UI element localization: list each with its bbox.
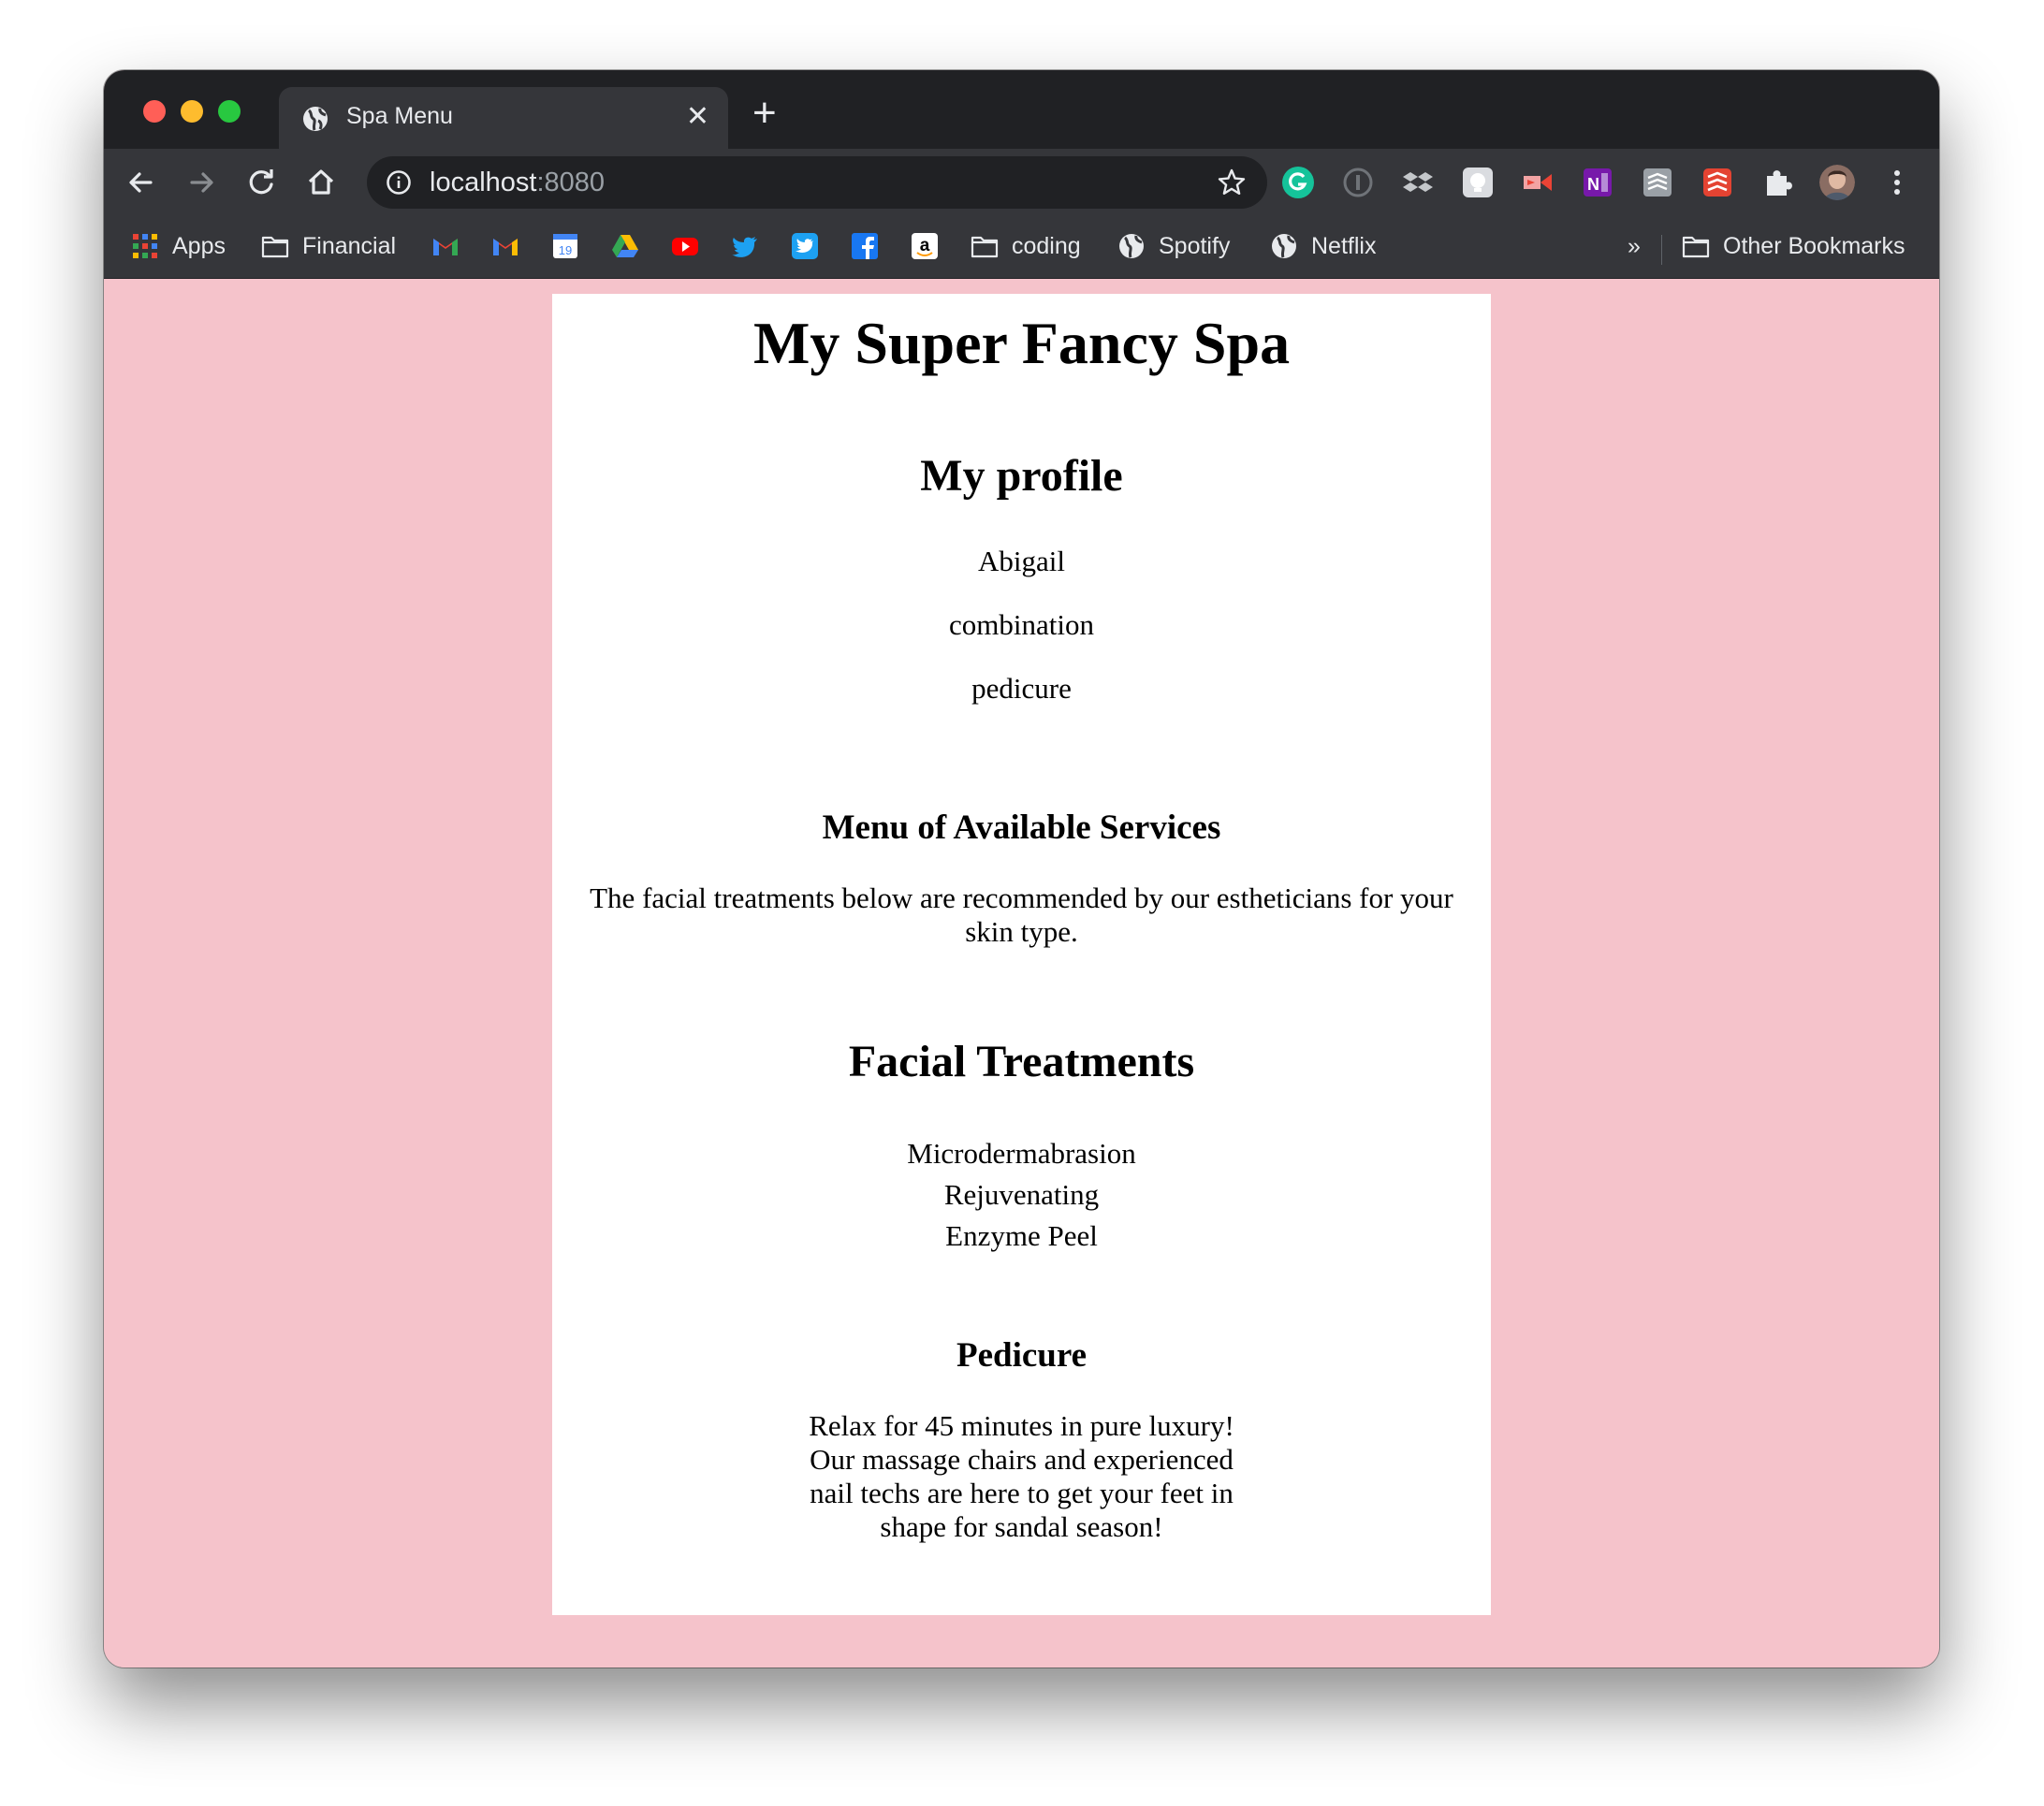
amazon-icon[interactable]: a bbox=[910, 231, 940, 261]
close-tab-icon[interactable]: ✕ bbox=[686, 100, 709, 134]
svg-text:a: a bbox=[920, 236, 930, 255]
home-icon[interactable] bbox=[300, 162, 342, 203]
onenote-icon[interactable]: N bbox=[1580, 165, 1615, 200]
password-manager-icon[interactable] bbox=[1340, 165, 1376, 200]
bookmark-netflix[interactable]: Netflix bbox=[1270, 229, 1376, 263]
bookmarks-divider bbox=[1661, 235, 1662, 265]
dropbox-icon[interactable] bbox=[1400, 165, 1436, 200]
todoist-icon[interactable] bbox=[1700, 165, 1735, 200]
bookmark-folder-other[interactable]: Other Bookmarks bbox=[1682, 229, 1905, 263]
toolbar: localhost:8080 N bbox=[104, 149, 1939, 216]
bookmarks-bar: Apps Financial 19 a coding Spotify Netfl… bbox=[104, 216, 1939, 279]
zoom-window-button[interactable] bbox=[218, 100, 241, 123]
calendar-day-label: 19 bbox=[559, 243, 572, 257]
google-calendar-icon[interactable]: 19 bbox=[550, 231, 580, 261]
folder-icon bbox=[971, 236, 999, 258]
profile-heading: My profile bbox=[920, 451, 1123, 501]
browser-window: Spa Menu ✕ + localhost:8080 N Apps Finan… bbox=[104, 70, 1939, 1668]
profile-service: pedicure bbox=[971, 672, 1072, 705]
twitter-app-icon[interactable] bbox=[790, 231, 820, 261]
info-icon[interactable] bbox=[386, 169, 412, 196]
facial-treatment-item: Enzyme Peel bbox=[945, 1219, 1098, 1252]
pedicure-description: Relax for 45 minutes in pure luxury! Our… bbox=[809, 1409, 1234, 1543]
screen-recorder-icon[interactable] bbox=[1520, 165, 1555, 200]
new-tab-button[interactable]: + bbox=[752, 93, 777, 134]
facial-treatment-item: Rejuvenating bbox=[943, 1178, 1100, 1211]
profile-avatar[interactable] bbox=[1819, 165, 1855, 200]
gmail-icon[interactable] bbox=[431, 231, 460, 261]
minimize-window-button[interactable] bbox=[181, 100, 203, 123]
svg-text:N: N bbox=[1587, 175, 1599, 194]
page-title: My Super Fancy Spa bbox=[752, 310, 1291, 376]
bookmark-financial-label: Financial bbox=[302, 232, 397, 259]
reload-icon[interactable] bbox=[241, 162, 282, 203]
tab-bar: Spa Menu ✕ + bbox=[104, 70, 1939, 149]
bookmark-netflix-label: Netflix bbox=[1311, 232, 1377, 259]
google-drive-icon[interactable] bbox=[610, 231, 640, 261]
profile-name: Abigail bbox=[978, 545, 1065, 577]
tab-title: Spa Menu bbox=[346, 103, 453, 129]
twitter-icon[interactable] bbox=[730, 231, 760, 261]
menu-intro: The facial treatments below are recommen… bbox=[590, 881, 1453, 948]
pedicure-heading: Pedicure bbox=[956, 1336, 1088, 1375]
bookmark-coding-label: coding bbox=[1012, 232, 1081, 259]
globe-icon bbox=[1119, 234, 1144, 258]
bookmark-apps[interactable]: Apps bbox=[131, 229, 226, 263]
bookmark-folder-financial[interactable]: Financial bbox=[261, 229, 396, 263]
stacked-notes-icon[interactable] bbox=[1640, 165, 1675, 200]
grammarly-icon[interactable] bbox=[1280, 165, 1316, 200]
apps-grid-icon bbox=[133, 234, 157, 258]
bookmark-spotify-label: Spotify bbox=[1159, 232, 1231, 259]
globe-icon bbox=[1272, 234, 1296, 258]
folder-icon bbox=[1682, 236, 1710, 258]
bookmark-other-label: Other Bookmarks bbox=[1723, 232, 1905, 259]
extensions-puzzle-icon[interactable] bbox=[1759, 165, 1795, 200]
menu-heading: Menu of Available Services bbox=[822, 808, 1221, 847]
page-viewport: My Super Fancy Spa My profile Abigail co… bbox=[104, 279, 1939, 1668]
overflow-chevron-icon: » bbox=[1628, 232, 1641, 259]
bookmark-spotify[interactable]: Spotify bbox=[1117, 229, 1230, 263]
folder-icon bbox=[261, 236, 289, 258]
globe-icon bbox=[303, 107, 328, 131]
youtube-icon[interactable] bbox=[670, 231, 700, 261]
url-text: localhost:8080 bbox=[430, 167, 606, 197]
bookmark-star-icon[interactable] bbox=[1217, 167, 1247, 197]
bookmark-apps-label: Apps bbox=[172, 232, 226, 259]
forward-icon[interactable] bbox=[181, 162, 222, 203]
facial-treatments-heading: Facial Treatments bbox=[848, 1037, 1195, 1086]
more-menu-icon[interactable] bbox=[1879, 165, 1915, 200]
spa-menu-card: My Super Fancy Spa My profile Abigail co… bbox=[552, 294, 1491, 1615]
tab-spa-menu[interactable]: Spa Menu ✕ bbox=[279, 87, 728, 149]
chat-extension-icon[interactable] bbox=[1460, 165, 1496, 200]
close-window-button[interactable] bbox=[143, 100, 166, 123]
bookmarks-overflow-button[interactable]: » bbox=[1628, 229, 1641, 263]
gmail-icon[interactable] bbox=[490, 231, 520, 261]
facial-treatment-item: Microdermabrasion bbox=[907, 1137, 1136, 1170]
facebook-icon[interactable] bbox=[850, 231, 880, 261]
profile-skin-type: combination bbox=[949, 608, 1094, 641]
bookmark-folder-coding[interactable]: coding bbox=[971, 229, 1081, 263]
back-icon[interactable] bbox=[121, 162, 162, 203]
address-bar[interactable]: localhost:8080 bbox=[367, 156, 1267, 209]
